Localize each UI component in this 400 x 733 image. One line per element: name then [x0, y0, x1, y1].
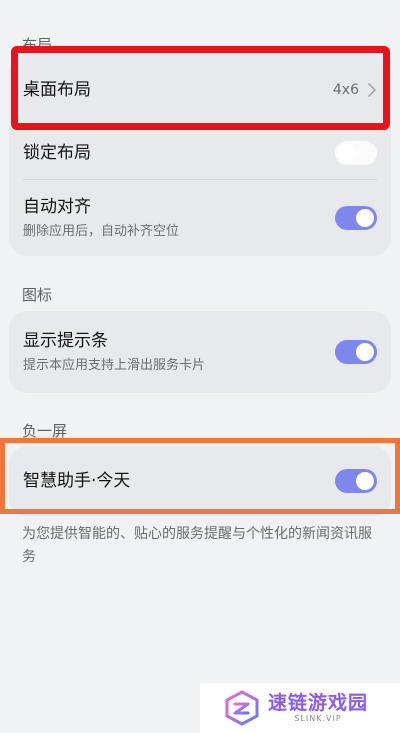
auto-align-row: 自动对齐 删除应用后，自动补齐空位	[9, 180, 391, 256]
auto-align-title: 自动对齐	[23, 197, 91, 217]
auto-align-toggle[interactable]	[335, 206, 377, 230]
show-hint-bar-row: 显示提示条 提示本应用支持上滑出服务卡片	[9, 311, 391, 393]
layout-card: 桌面布局 4x6 锁定布局 自动对齐 删除应用后，自动补齐空位	[9, 54, 391, 256]
toggle-knob	[356, 343, 374, 361]
auto-align-subtitle: 删除应用后，自动补齐空位	[23, 224, 180, 239]
minus-one-card: 智慧助手·今天	[9, 446, 391, 516]
desktop-layout-value: 4x6	[332, 82, 359, 98]
section-label-icons: 图标	[22, 286, 53, 304]
section-label-minus-one: 负一屏	[22, 422, 68, 440]
watermark: 速链游戏园 SLINK.VIP	[200, 683, 400, 733]
footer-note: 为您提供智能的、贴心的服务提醒与个性化的新闻资讯服务	[22, 526, 372, 565]
smart-assistant-title: 智慧助手·今天	[23, 471, 131, 491]
icons-card: 显示提示条 提示本应用支持上滑出服务卡片	[9, 311, 391, 393]
watermark-name: 速链游戏园	[268, 692, 369, 714]
smart-assistant-row: 智慧助手·今天	[9, 446, 391, 516]
show-hint-bar-toggle[interactable]	[335, 340, 377, 364]
toggle-knob	[356, 209, 374, 227]
chevron-right-icon	[368, 83, 376, 97]
lock-layout-title: 锁定布局	[23, 143, 91, 163]
watermark-logo-icon	[225, 690, 259, 726]
toggle-knob	[356, 472, 374, 490]
desktop-layout-title: 桌面布局	[23, 80, 91, 100]
show-hint-bar-subtitle: 提示本应用支持上滑出服务卡片	[23, 358, 206, 373]
lock-layout-toggle[interactable]	[335, 141, 377, 165]
toggle-knob	[338, 144, 356, 162]
section-label-layout: 布局	[22, 36, 53, 54]
smart-assistant-toggle[interactable]	[335, 469, 377, 493]
show-hint-bar-title: 显示提示条	[23, 331, 108, 351]
lock-layout-row: 锁定布局	[9, 126, 391, 180]
desktop-layout-row[interactable]: 桌面布局 4x6	[9, 54, 391, 126]
watermark-sub: SLINK.VIP	[294, 714, 342, 723]
